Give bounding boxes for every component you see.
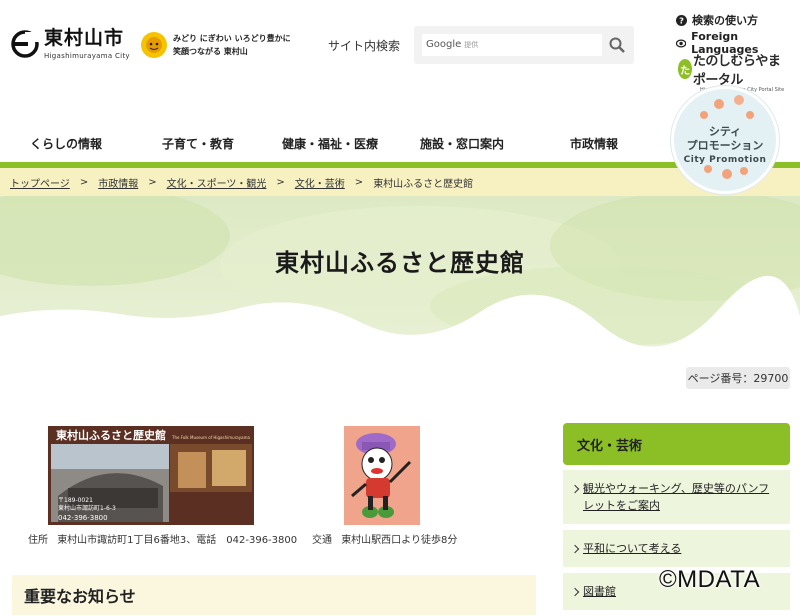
breadcrumb-separator: > bbox=[276, 176, 285, 188]
search-input[interactable] bbox=[422, 34, 602, 56]
photo-postal: 〒189-0021 bbox=[58, 497, 93, 504]
sunflower-mascot-icon bbox=[139, 30, 169, 60]
slogan-line1: みどり にぎわい いろどり豊かに bbox=[173, 34, 291, 43]
address-value: 東村山市諏訪町1丁目6番地3、電話 042-396-3800 bbox=[57, 535, 298, 546]
access-value: 東村山駅西口より徒歩8分 bbox=[341, 535, 458, 546]
breadcrumb-top[interactable]: トップページ bbox=[10, 175, 70, 190]
sidebar-item-pamphlet: 観光やウォーキング、歴史等のパンフレットをご案内 bbox=[563, 470, 790, 524]
portal-site-link[interactable]: た たのしむらやまポータル Higashimurayama City Porta… bbox=[678, 50, 788, 93]
address-info: 住所 東村山市諏訪町1丁目6番地3、電話 042-396-3800 bbox=[28, 531, 303, 546]
page-number: ページ番号：29700 bbox=[686, 367, 790, 389]
search-icon bbox=[609, 37, 625, 53]
photo-subtitle: The Folk Museum of Higashimurayama bbox=[171, 435, 250, 440]
search-label: サイト内検索 bbox=[328, 39, 401, 53]
nav-item-health[interactable]: 健康・福祉・医療 bbox=[264, 125, 396, 161]
promo-text: シティ プロモーション City Promotion bbox=[683, 125, 767, 165]
slogan-line2: 笑顔つながる 東村山 bbox=[173, 47, 248, 56]
question-icon: ? bbox=[676, 14, 687, 26]
portal-badge-icon: た bbox=[678, 59, 692, 79]
sidebar-list: 観光やウォーキング、歴史等のパンフレットをご案内 平和について考える 図書館 bbox=[563, 470, 790, 616]
search-help-link[interactable]: ? 検索の使い方 bbox=[676, 12, 758, 28]
mascot-image bbox=[344, 426, 420, 525]
page-title: 東村山ふるさと歴史館 bbox=[275, 249, 525, 277]
nav-item-childcare[interactable]: 子育て・教育 bbox=[132, 125, 264, 161]
eye-icon bbox=[676, 38, 687, 48]
nav-item-city-admin[interactable]: 市政情報 bbox=[528, 125, 660, 161]
portal-name: たのしむらやまポータル bbox=[692, 54, 781, 88]
sidebar-link-peace[interactable]: 平和について考える bbox=[583, 542, 681, 555]
breadcrumb-separator: > bbox=[354, 176, 364, 188]
sidebar-link-library[interactable]: 図書館 bbox=[583, 585, 616, 598]
breadcrumb-separator: > bbox=[148, 176, 157, 188]
flower-icon bbox=[740, 167, 748, 175]
photo-title: 東村山ふるさと歴史館 bbox=[56, 428, 166, 442]
nav-item-facilities[interactable]: 施設・窓口案内 bbox=[396, 125, 528, 161]
portal-logo: た たのしむらやまポータル bbox=[678, 50, 788, 88]
copyright-watermark: ©MDATA bbox=[659, 566, 761, 593]
breadcrumb-separator: > bbox=[79, 176, 89, 188]
breadcrumb-culture-arts[interactable]: 文化・芸術 bbox=[295, 175, 345, 190]
city-promotion-button[interactable]: シティ プロモーション City Promotion bbox=[671, 86, 779, 194]
global-nav: くらしの情報 子育て・教育 健康・福祉・医療 施設・窓口案内 市政情報 bbox=[0, 125, 660, 161]
nav-item-living[interactable]: くらしの情報 bbox=[0, 125, 132, 161]
address-label: 住所 bbox=[28, 535, 48, 546]
slogan: みどり にぎわい いろどり豊かに 笑顔つながる 東村山 bbox=[139, 30, 291, 60]
flower-icon bbox=[722, 169, 732, 179]
sidebar-heading: 文化・芸術 bbox=[563, 423, 790, 465]
notice-title: 重要なお知らせ bbox=[24, 587, 136, 606]
breadcrumb-culture-sports[interactable]: 文化・スポーツ・観光 bbox=[167, 175, 267, 190]
breadcrumb-current: 東村山ふるさと歴史館 bbox=[373, 178, 474, 190]
flower-icon bbox=[714, 99, 724, 109]
logo-subtitle: Higashimurayama City bbox=[44, 52, 130, 60]
sidebar-item-peace: 平和について考える bbox=[563, 530, 790, 567]
access-label: 交通 bbox=[312, 535, 332, 546]
city-logo[interactable]: 東村山市 Higashimurayama City bbox=[10, 28, 130, 60]
sidebar-link-pamphlet[interactable]: 観光やウォーキング、歴史等のパンフレットをご案内 bbox=[583, 482, 769, 512]
museum-photo: 東村山ふるさと歴史館 The Folk Museum of Higashimur… bbox=[48, 426, 254, 525]
photo-phone: 042-396-3800 bbox=[58, 514, 108, 522]
svg-text:?: ? bbox=[679, 15, 684, 25]
access-info: 交通 東村山駅西口より徒歩8分 bbox=[312, 531, 463, 546]
breadcrumb: トップページ > 市政情報 > 文化・スポーツ・観光 > 文化・芸術 > 東村山… bbox=[0, 168, 800, 196]
city-emblem-icon bbox=[10, 29, 40, 59]
watercolor-background bbox=[0, 196, 800, 366]
search-button[interactable] bbox=[608, 36, 626, 54]
flower-icon bbox=[746, 111, 754, 119]
page-hero: 東村山ふるさと歴史館 bbox=[0, 196, 800, 366]
search-box: Google 提供 bbox=[414, 26, 634, 64]
flower-icon bbox=[700, 111, 708, 119]
flower-icon bbox=[734, 95, 744, 105]
breadcrumb-city-admin[interactable]: 市政情報 bbox=[98, 175, 138, 190]
photo-address: 東村山市諏訪町1-6-3 bbox=[58, 504, 116, 512]
important-notice: 重要なお知らせ bbox=[12, 575, 536, 615]
logo-title: 東村山市 bbox=[44, 27, 125, 49]
